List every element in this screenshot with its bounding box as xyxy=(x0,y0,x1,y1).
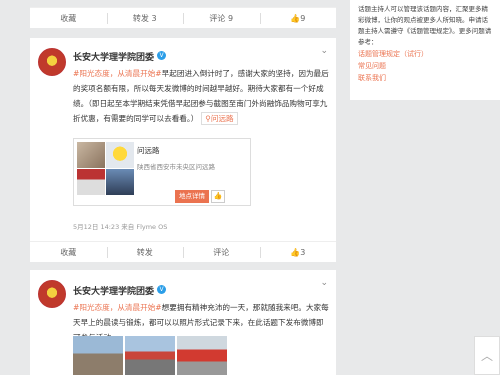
comment-button[interactable]: 评论 xyxy=(183,242,260,262)
topic-tag[interactable]: #阳光态度，从清晨开始# xyxy=(73,69,162,78)
location-title: 问远路 xyxy=(137,146,160,155)
avatar[interactable] xyxy=(38,48,66,76)
comment-button[interactable]: 评论 9 xyxy=(183,8,260,28)
fav-label: 收藏 xyxy=(60,247,77,257)
verified-icon: V xyxy=(157,51,166,60)
fav-label: 收藏 xyxy=(60,13,77,23)
back-to-top-button[interactable]: ︿ xyxy=(474,336,500,375)
photo-thumbnail[interactable] xyxy=(73,336,123,375)
chevron-down-icon[interactable]: ⌄ xyxy=(320,46,328,56)
comment-label: 评论 xyxy=(213,247,230,257)
photo-thumbnail[interactable] xyxy=(177,336,227,375)
location-link[interactable]: ⚲问远路 xyxy=(201,112,238,125)
comment-label: 评论 9 xyxy=(209,13,234,23)
avatar[interactable] xyxy=(38,280,66,308)
sidebar-link-faq[interactable]: 常见问题 xyxy=(358,60,492,72)
like-count: 3 xyxy=(300,247,306,257)
post-meta: 5月12日 14:23 来自 Flyme OS xyxy=(73,223,168,231)
like-button[interactable]: 👍 3 xyxy=(259,242,337,262)
like-button[interactable]: 👍 9 xyxy=(259,8,337,28)
sidebar-description: 话题主持人可以管理该话题内容，汇聚更多精彩微博，让你的观点被更多人所知晓。申请话… xyxy=(358,5,492,46)
location-details-button[interactable]: 地点详情 xyxy=(175,190,209,203)
sidebar-link-rules[interactable]: 话题管理规定（试行） xyxy=(358,48,492,60)
post-card: 长安大学理学院团委 V ⌄ #阳光态度，从清晨开始#早起团进入倒计时了，感谢大家… xyxy=(30,38,336,256)
location-card[interactable]: 问远路 陕西省西安市未央区问远路 地点详情 👍 xyxy=(73,138,251,206)
post-actions: 收藏 转发 评论 👍 3 xyxy=(30,241,336,262)
repost-label: 转发 xyxy=(136,247,153,257)
location-label: 问远路 xyxy=(210,114,234,123)
post-card: 长安大学理学院团委 V ⌄ #阳光态度，从清晨开始#想要拥有精神充沛的一天，那就… xyxy=(30,270,336,375)
sidebar-link-contact[interactable]: 联系我们 xyxy=(358,72,492,84)
pikachu-thumbnail[interactable] xyxy=(106,142,134,168)
author-name[interactable]: 长安大学理学院团委 xyxy=(73,50,154,63)
repost-button[interactable]: 转发 xyxy=(106,242,184,262)
author-name[interactable]: 长安大学理学院团委 xyxy=(73,284,154,297)
weibo-feed: 收藏 转发 3 评论 9 👍 9 长安大学理学院团委 V ⌄ #阳光态度，从清晨开… xyxy=(30,0,336,375)
prev-post-actions: 收藏 转发 3 评论 9 👍 9 xyxy=(30,7,336,28)
repost-label: 转发 3 xyxy=(132,13,157,23)
photo-thumbnail[interactable] xyxy=(77,142,105,168)
fav-button[interactable]: 收藏 xyxy=(30,242,107,262)
photo-thumbnail[interactable] xyxy=(125,336,175,375)
thumb-icon: 👍 xyxy=(290,247,301,257)
thumb-icon: 👍 xyxy=(290,13,301,23)
topic-tag[interactable]: #阳光态度，从清晨开始# xyxy=(73,303,162,312)
chevron-down-icon[interactable]: ⌄ xyxy=(320,278,328,288)
photo-thumbnail[interactable] xyxy=(77,169,105,195)
like-count: 9 xyxy=(300,13,306,23)
post-text: #阳光态度，从清晨开始#早起团进入倒计时了，感谢大家的坚持，因为最后的奖项名额有… xyxy=(73,66,329,126)
verified-icon: V xyxy=(157,285,166,294)
location-address: 陕西省西安市未央区问远路 xyxy=(137,163,215,171)
chevron-up-icon: ︿ xyxy=(480,349,493,363)
repost-button[interactable]: 转发 3 xyxy=(106,8,184,28)
thumb-icon[interactable]: 👍 xyxy=(211,190,225,203)
fav-button[interactable]: 收藏 xyxy=(30,8,107,28)
photo-thumbnail[interactable] xyxy=(106,169,134,195)
topic-sidebar: 话题主持人可以管理该话题内容，汇聚更多精彩微博，让你的观点被更多人所知晓。申请话… xyxy=(350,0,500,100)
